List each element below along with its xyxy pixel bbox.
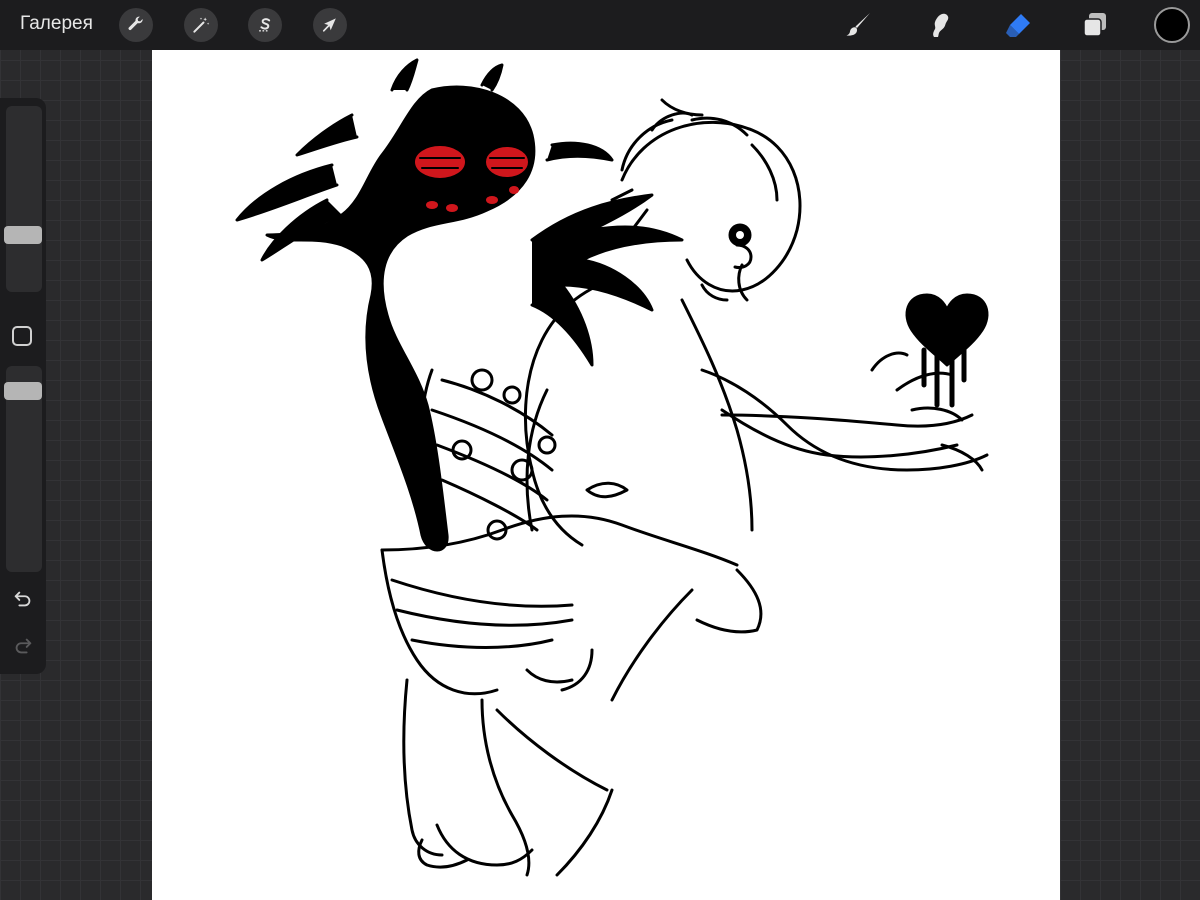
- artwork: [235, 58, 989, 877]
- adjustments-button[interactable]: [184, 8, 218, 42]
- gallery-button[interactable]: Галерея: [20, 13, 93, 35]
- smudge-icon: [933, 13, 949, 37]
- wrench-icon: [128, 16, 143, 31]
- brush-size-slider[interactable]: [4, 106, 42, 292]
- bleeding-heart: [905, 293, 989, 367]
- undo-icon: [14, 591, 31, 607]
- opacity-handle[interactable]: [4, 382, 42, 400]
- arrow-cursor-icon: [322, 18, 336, 32]
- redo-icon: [15, 638, 32, 654]
- actions-button[interactable]: [119, 8, 153, 42]
- transform-button[interactable]: [313, 8, 347, 42]
- layers-icon: [1083, 13, 1106, 37]
- selection-s-icon: [259, 18, 271, 32]
- color-picker-button[interactable]: [1154, 7, 1190, 43]
- brush-tool[interactable]: [842, 8, 876, 42]
- smudge-tool[interactable]: [922, 8, 956, 42]
- layers-button[interactable]: [1078, 8, 1112, 42]
- top-toolbar: Галерея: [0, 0, 1200, 50]
- magic-wand-icon: [193, 17, 210, 33]
- undo-button[interactable]: [11, 587, 35, 611]
- eraser-tool[interactable]: [1001, 8, 1035, 42]
- drawing-canvas[interactable]: [152, 50, 1060, 900]
- modify-button[interactable]: [12, 326, 32, 346]
- opacity-slider[interactable]: [4, 366, 42, 572]
- eraser-icon: [1006, 14, 1030, 37]
- brush-icon: [846, 13, 870, 36]
- redo-button[interactable]: [11, 634, 35, 658]
- selection-button[interactable]: [248, 8, 282, 42]
- brush-size-handle[interactable]: [4, 226, 42, 244]
- left-sidebar: [0, 98, 46, 674]
